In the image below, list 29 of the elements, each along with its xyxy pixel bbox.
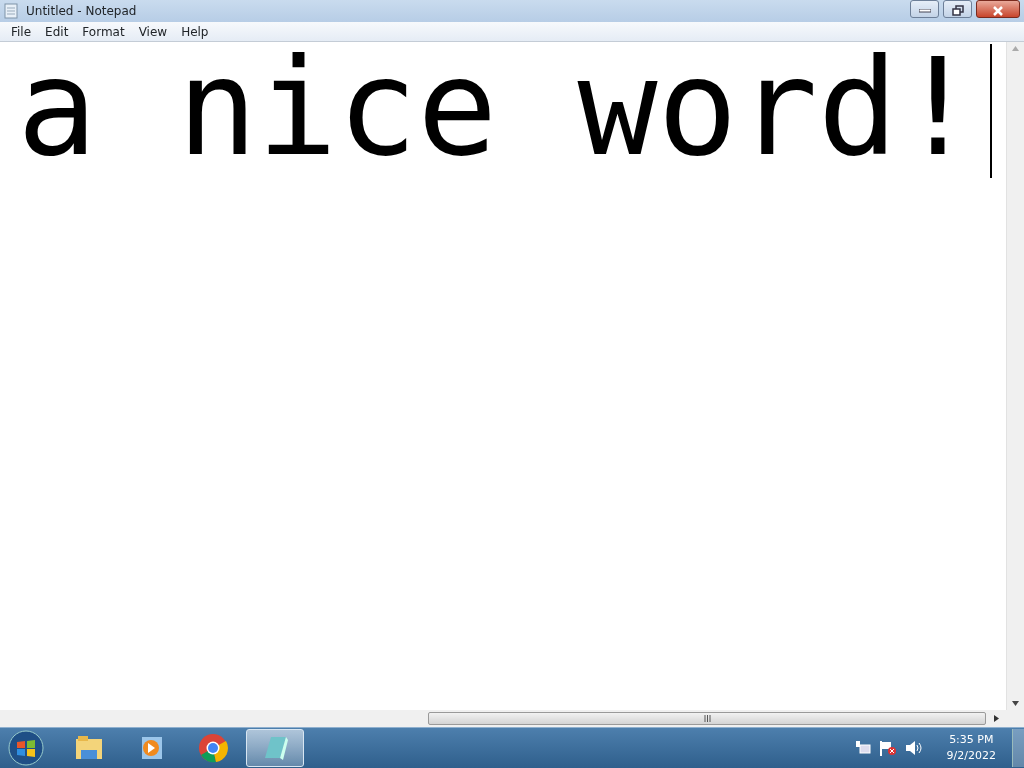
menu-item[interactable]: File: [4, 22, 39, 41]
close-icon: [992, 5, 1004, 16]
restore-icon: [951, 5, 964, 16]
minimize-button[interactable]: [910, 0, 939, 18]
clock[interactable]: 5:35 PM 9/2/2022: [946, 732, 996, 764]
text-area[interactable]: a nice word!: [0, 42, 1006, 710]
start-button[interactable]: [8, 730, 44, 766]
menu-item[interactable]: View: [131, 22, 175, 41]
document-text: a nice word!: [17, 42, 978, 175]
grip-icon: [703, 715, 711, 722]
browser-icon: [197, 732, 229, 764]
restore-button[interactable]: [943, 0, 972, 18]
taskbar-button[interactable]: [246, 729, 304, 767]
vertical-scrollbar[interactable]: [1006, 42, 1024, 710]
close-button[interactable]: [976, 0, 1020, 18]
notepad-icon: [4, 3, 18, 19]
scroll-right-icon[interactable]: [994, 715, 999, 722]
clock-time: 5:35 PM: [948, 732, 995, 748]
menu-item[interactable]: Help: [174, 22, 216, 41]
horizontal-scrollbar[interactable]: [0, 710, 1024, 727]
network-icon[interactable]: [854, 740, 871, 756]
menu-item[interactable]: Format: [75, 22, 132, 41]
window-title: Untitled - Notepad: [26, 3, 137, 20]
clock-date: 9/2/2022: [946, 748, 996, 764]
minimize-icon: [918, 8, 931, 13]
flag-icon[interactable]: [878, 740, 897, 756]
menu-item[interactable]: Edit: [38, 22, 76, 41]
speaker-icon[interactable]: [904, 740, 923, 756]
scroll-down-icon[interactable]: [1012, 701, 1019, 706]
